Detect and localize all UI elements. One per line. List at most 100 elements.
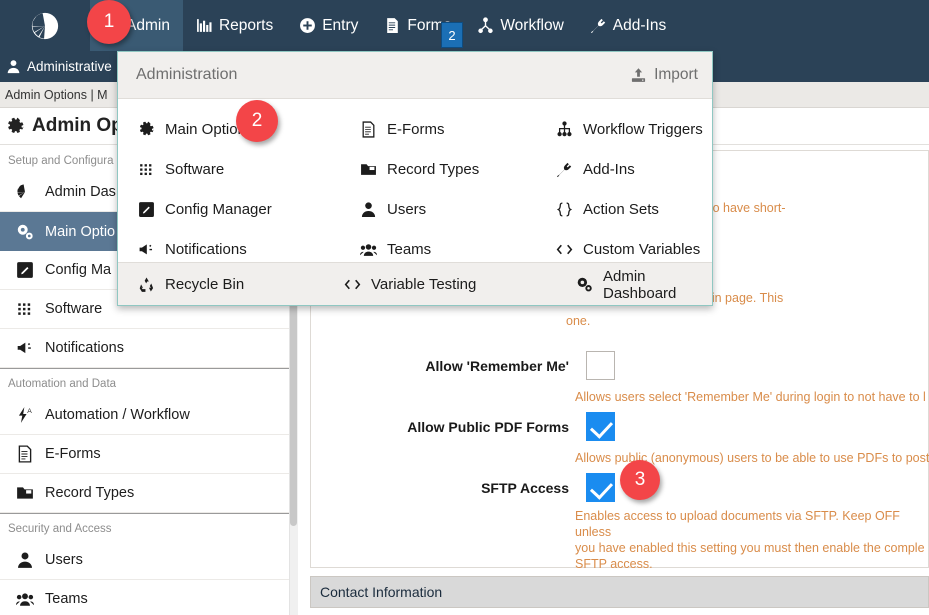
menu-item-label: Notifications	[165, 240, 247, 258]
section-header-text: Contact Information	[320, 584, 443, 600]
sidebar-group-label: Automation and Data	[0, 368, 290, 396]
folder-icon	[16, 484, 34, 502]
menu-item-config-manager[interactable]: Config Manager	[118, 189, 340, 229]
plug-icon	[590, 17, 607, 34]
nav-item-entry[interactable]: Entry	[286, 0, 371, 51]
nav-item-label: Admin	[126, 16, 170, 34]
partial-help-text: one.	[566, 314, 591, 328]
menu-item-software[interactable]: Software	[118, 149, 340, 189]
allow-remember-me-checkbox[interactable]	[586, 351, 615, 380]
nav-item-reports[interactable]: Reports	[183, 0, 286, 51]
app-logo[interactable]	[0, 0, 90, 51]
sidebar-group-label: Security and Access	[0, 513, 290, 541]
field-help-text: Allows users select 'Remember Me' during…	[575, 390, 926, 404]
megaphone-icon	[138, 241, 155, 258]
sidebar-item-label: Config Ma	[45, 262, 112, 278]
field-help-text: Enables access to upload documents via S…	[575, 509, 925, 571]
user-icon	[16, 551, 34, 569]
gears-icon	[16, 223, 34, 241]
upload-icon	[630, 67, 647, 84]
menu-item-e-forms[interactable]: E-Forms	[340, 109, 536, 149]
menu-item-label: Recycle Bin	[165, 276, 245, 293]
workflow-icon	[477, 17, 494, 34]
sidebar-item-e-forms[interactable]: E-Forms	[0, 435, 290, 474]
menu-item-admin-dashboard[interactable]: Admin Dashboard	[536, 263, 712, 306]
nav-item-label: Reports	[218, 16, 274, 34]
gear-icon	[6, 117, 25, 136]
app-root: Admin Reports Entry Forms Workflow Add-I…	[0, 0, 929, 615]
folder-icon	[360, 161, 377, 178]
sidebar-item-label: Record Types	[45, 485, 135, 501]
dropdown-items-grid: Main Options E-Forms Workflow Triggers S…	[118, 99, 712, 275]
sidebar-item-label: E-Forms	[45, 446, 101, 462]
contact-information-section-header: Contact Information	[310, 576, 929, 608]
sidebar-item-label: Admin Das	[45, 184, 116, 200]
field-label: Allow 'Remember Me'	[425, 358, 569, 374]
nav-item-label: Workflow	[500, 16, 564, 34]
import-label: Import	[654, 66, 698, 83]
menu-item-label: Teams	[387, 240, 432, 258]
menu-item-add-ins[interactable]: Add-Ins	[536, 149, 712, 189]
allow-public-pdf-forms-checkbox[interactable]	[586, 412, 615, 441]
import-button[interactable]: Import	[630, 66, 698, 84]
sidebar-item-label: Main Optio	[45, 223, 116, 240]
menu-item-label: Workflow Triggers	[583, 120, 703, 138]
menu-item-variable-testing[interactable]: Variable Testing	[340, 263, 536, 306]
code-icon	[344, 276, 361, 293]
step-badge-2-square: 2	[441, 22, 463, 48]
menu-item-label: E-Forms	[387, 120, 445, 138]
menu-item-record-types[interactable]: Record Types	[340, 149, 536, 189]
users-group-icon	[16, 590, 34, 608]
sidebar-item-users[interactable]: Users	[0, 541, 290, 580]
dropdown-footer: Recycle Bin Variable Testing Admin Dashb…	[118, 262, 712, 305]
plus-circle-icon	[299, 17, 316, 34]
shell-logo-icon	[30, 11, 60, 41]
megaphone-icon	[16, 339, 34, 357]
menu-item-label: Software	[165, 160, 225, 178]
shell-logo-icon	[16, 183, 34, 201]
step-badge-2: 2	[236, 100, 278, 142]
top-navigation-bar: Admin Reports Entry Forms Workflow Add-I…	[0, 0, 929, 51]
pencil-square-icon	[16, 261, 34, 279]
menu-item-workflow-triggers[interactable]: Workflow Triggers	[536, 109, 712, 149]
sidebar-item-automation-workflow[interactable]: A Automation / Workflow	[0, 396, 290, 435]
sidebar-item-notifications[interactable]: Notifications	[0, 329, 290, 368]
menu-item-label: Add-Ins	[583, 160, 635, 178]
menu-item-label: Custom Variables	[583, 240, 701, 258]
nav-item-label: Add-Ins	[612, 16, 667, 34]
code-icon	[556, 241, 573, 258]
grid-dots-icon	[138, 161, 155, 178]
field-label: SFTP Access	[481, 480, 569, 496]
pencil-square-icon	[138, 201, 155, 218]
menu-item-action-sets[interactable]: Action Sets	[536, 189, 712, 229]
sidebar-item-teams[interactable]: Teams	[0, 580, 290, 615]
menu-item-label: Record Types	[387, 160, 480, 178]
nav-item-label: Entry	[322, 16, 359, 34]
nav-item-workflow[interactable]: Workflow	[464, 0, 576, 51]
plug-icon	[556, 161, 573, 178]
document-icon	[360, 120, 377, 138]
sidebar-item-record-types[interactable]: Record Types	[0, 474, 290, 513]
menu-item-label: Admin Dashboard	[603, 267, 677, 302]
menu-item-users[interactable]: Users	[340, 189, 536, 229]
braces-icon	[556, 201, 573, 218]
sftp-access-checkbox[interactable]	[586, 473, 615, 502]
document-icon	[16, 445, 34, 463]
recycle-icon	[138, 276, 155, 293]
sidebar-item-label: Notifications	[45, 340, 124, 356]
nav-item-addins[interactable]: Add-Ins	[577, 0, 679, 51]
menu-item-main-options[interactable]: Main Options	[118, 109, 340, 149]
dropdown-title: Administration	[136, 66, 238, 83]
sidebar-item-label: Users	[45, 552, 83, 568]
step-badge-3: 3	[620, 460, 660, 500]
user-icon	[6, 59, 21, 74]
grid-dots-icon	[16, 300, 34, 318]
dropdown-header: Administration Import	[118, 52, 712, 99]
document-icon	[384, 17, 401, 34]
field-label: Allow Public PDF Forms	[407, 419, 569, 435]
menu-item-label: Variable Testing	[371, 276, 477, 293]
menu-item-recycle-bin[interactable]: Recycle Bin	[118, 263, 340, 306]
administration-dropdown-menu: Administration Import Main Options E-For…	[117, 51, 713, 306]
sidebar-item-label: Automation / Workflow	[45, 407, 190, 423]
menu-item-label: Users	[387, 200, 427, 218]
